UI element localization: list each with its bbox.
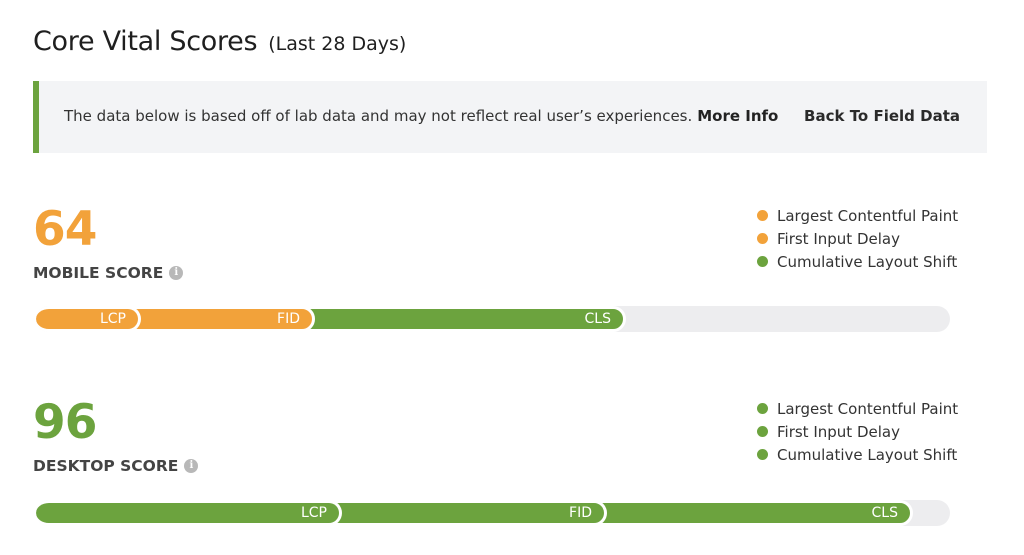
legend-item-cls: Cumulative Layout Shift (757, 443, 958, 466)
page-subtitle: (Last 28 Days) (268, 33, 407, 55)
legend-label: Largest Contentful Paint (777, 399, 959, 418)
legend-label: First Input Delay (777, 422, 900, 441)
bar-segment-lcp: LCP (36, 306, 141, 332)
legend-dot-icon (757, 426, 768, 437)
mobile-score-label: MOBILE SCORE i (33, 264, 184, 282)
legend-dot-icon (757, 233, 768, 244)
legend-item-fid: First Input Delay (757, 227, 958, 250)
legend-dot-icon (757, 403, 768, 414)
mobile-score-value: 64 (33, 202, 97, 257)
legend-label: Cumulative Layout Shift (777, 252, 958, 271)
back-to-field-data-link[interactable]: Back To Field Data (804, 107, 960, 125)
legend-item-fid: First Input Delay (757, 420, 958, 443)
mobile-score-label-text: MOBILE SCORE (33, 264, 164, 282)
notice-text: The data below is based off of lab data … (64, 107, 693, 125)
bar-segment-lcp: LCP (36, 500, 342, 526)
desktop-score-block: 96 DESKTOP SCORE i (33, 395, 199, 475)
legend-dot-icon (757, 256, 768, 267)
mobile-score-block: 64 MOBILE SCORE i (33, 202, 184, 282)
desktop-score-value: 96 (33, 395, 97, 450)
mobile-legend: Largest Contentful Paint First Input Del… (757, 204, 958, 273)
info-icon[interactable]: i (184, 459, 199, 473)
notice-message: The data below is based off of lab data … (64, 107, 778, 125)
desktop-score-bar: CLS FID LCP (36, 500, 950, 526)
desktop-score-label: DESKTOP SCORE i (33, 457, 199, 475)
page-title: Core Vital Scores (33, 26, 258, 57)
legend-item-lcp: Largest Contentful Paint (757, 204, 958, 227)
page-header: Core Vital Scores (Last 28 Days) (33, 26, 406, 57)
legend-dot-icon (757, 210, 768, 221)
info-icon[interactable]: i (169, 266, 184, 280)
desktop-score-label-text: DESKTOP SCORE (33, 457, 179, 475)
legend-label: Largest Contentful Paint (777, 206, 959, 225)
legend-item-cls: Cumulative Layout Shift (757, 250, 958, 273)
desktop-legend: Largest Contentful Paint First Input Del… (757, 397, 958, 466)
mobile-score-bar: CLS FID LCP (36, 306, 950, 332)
legend-item-lcp: Largest Contentful Paint (757, 397, 958, 420)
more-info-link[interactable]: More Info (697, 107, 778, 125)
lab-data-notice: The data below is based off of lab data … (33, 81, 987, 153)
legend-label: Cumulative Layout Shift (777, 445, 958, 464)
legend-label: First Input Delay (777, 229, 900, 248)
legend-dot-icon (757, 449, 768, 460)
